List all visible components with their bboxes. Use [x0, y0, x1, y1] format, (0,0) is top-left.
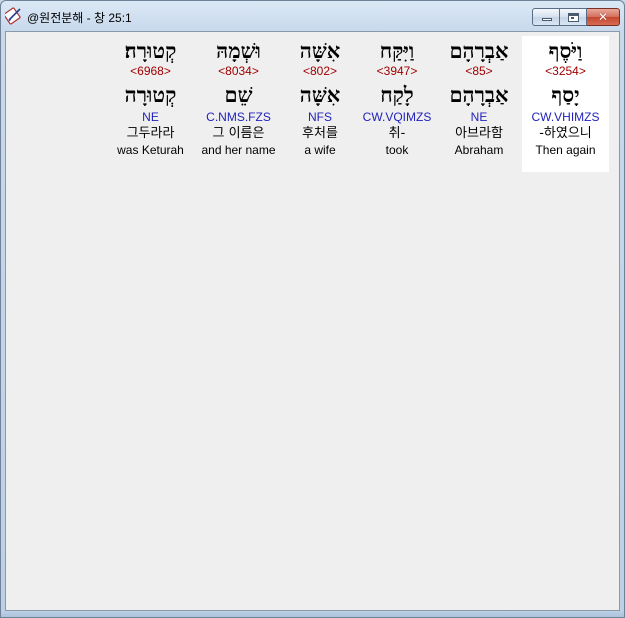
korean-gloss: -하였으니	[539, 126, 592, 141]
word-column[interactable]: וַיֹּסֶף <3254> יָסַף CW.VHIMZS -하였으니 Th…	[522, 36, 609, 172]
english-gloss: Then again	[535, 143, 596, 157]
strong-number[interactable]: <3947>	[358, 64, 436, 78]
korean-gloss: 그 이름은	[212, 126, 265, 141]
parsing-code: CW.VHIMZS	[531, 110, 600, 124]
parsing-code: CW.VQIMZS	[362, 110, 432, 124]
minimize-icon	[542, 18, 552, 21]
window-bottom-border[interactable]	[1, 611, 624, 617]
strong-number[interactable]: <3254>	[522, 64, 609, 78]
hebrew-lemma[interactable]: קְטוּרָה	[106, 82, 195, 108]
korean-gloss: 후처를	[302, 126, 338, 141]
close-icon: ✕	[597, 10, 609, 24]
hebrew-word[interactable]: וַיִּקַּח	[358, 38, 436, 64]
word-column[interactable]: וּשְׁמָהּ <8034> שֵׁם C.NMS.FZS 그 이름은 an…	[195, 36, 282, 172]
hebrew-lemma[interactable]: אַבְרָהָם	[436, 82, 522, 108]
word-column[interactable]: אַבְרָהָם <85> אַבְרָהָם NE 아브라함 Abraham	[436, 36, 522, 172]
maximize-icon	[568, 13, 579, 22]
hebrew-word[interactable]: וּשְׁמָהּ	[195, 38, 282, 64]
parsing-code: C.NMS.FZS	[206, 110, 271, 124]
word-column[interactable]: אִשָּׁה <802> אִשָּׁה NFS 후처를 a wife	[282, 36, 358, 172]
english-gloss: took	[385, 143, 409, 157]
english-gloss: was Keturah	[117, 143, 184, 157]
word-column[interactable]: קְטוּרָה׃ <6968> קְטוּרָה NE 그두라라 was Ke…	[106, 36, 195, 172]
english-gloss: Abraham	[454, 143, 504, 157]
hebrew-lemma[interactable]: יָסַף	[522, 82, 609, 108]
parsing-code: NE	[470, 110, 488, 124]
korean-gloss: 취-	[388, 126, 406, 141]
hebrew-word[interactable]: וַיֹּסֶף	[522, 38, 609, 64]
hebrew-lemma[interactable]: שֵׁם	[195, 82, 282, 108]
parsing-code: NFS	[308, 110, 332, 124]
strong-number[interactable]: <802>	[282, 64, 358, 78]
title-bar[interactable]: @원전분해 - 창 25:1 ✕	[1, 1, 624, 31]
interlinear-pane[interactable]: וַיֹּסֶף <3254> יָסַף CW.VHIMZS -하였으니 Th…	[5, 31, 620, 611]
strong-number[interactable]: <8034>	[195, 64, 282, 78]
strong-number[interactable]: <6968>	[106, 64, 195, 78]
word-column[interactable]: וַיִּקַּח <3947> לָקַח CW.VQIMZS 취- took	[358, 36, 436, 172]
hebrew-lemma[interactable]: לָקַח	[358, 82, 436, 108]
close-button[interactable]: ✕	[587, 8, 620, 26]
hebrew-word[interactable]: אִשָּׁה	[282, 38, 358, 64]
english-gloss: a wife	[304, 143, 336, 157]
pen-book-icon[interactable]	[5, 7, 23, 25]
korean-gloss: 그두라라	[126, 126, 175, 141]
caption-buttons: ✕	[532, 8, 620, 26]
minimize-button[interactable]	[532, 8, 560, 26]
parsing-code: NE	[142, 110, 159, 124]
window-title: @원전분해 - 창 25:1	[27, 11, 132, 25]
maximize-button[interactable]	[560, 8, 587, 26]
korean-gloss: 아브라함	[455, 126, 503, 141]
verse-row: וַיֹּסֶף <3254> יָסַף CW.VHIMZS -하였으니 Th…	[106, 36, 609, 172]
hebrew-word[interactable]: אַבְרָהָם	[436, 38, 522, 64]
hebrew-word[interactable]: קְטוּרָה׃	[106, 38, 195, 64]
strong-number[interactable]: <85>	[436, 64, 522, 78]
english-gloss: and her name	[201, 143, 276, 157]
interlinear-window: @원전분해 - 창 25:1 ✕ וַיֹּסֶף <3254> יָסַף C…	[0, 0, 625, 618]
hebrew-lemma[interactable]: אִשָּׁה	[282, 82, 358, 108]
